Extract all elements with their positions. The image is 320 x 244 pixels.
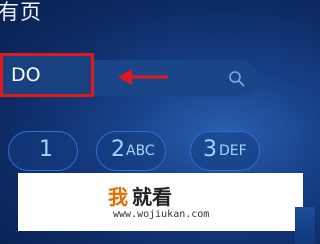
- search-icon[interactable]: [228, 70, 246, 88]
- dialpad-key-3[interactable]: 3 DEF: [190, 131, 260, 171]
- dialpad-key-letters: ABC: [126, 143, 155, 159]
- watermark-logo: 我: [108, 185, 128, 209]
- watermark-banner: 我 就看 www.wojiukan.com: [18, 173, 303, 231]
- page-title: 有页: [0, 0, 42, 24]
- dialpad-key-1[interactable]: 1: [8, 131, 78, 171]
- dialpad-key-2[interactable]: 2 ABC: [96, 131, 166, 171]
- annotation-arrow-icon: [118, 69, 168, 85]
- watermark-url: www.wojiukan.com: [113, 209, 210, 220]
- dialpad-key-number: 3: [203, 137, 217, 162]
- dialpad-key-letters: DEF: [219, 143, 247, 159]
- background-panel: [295, 207, 315, 244]
- watermark-name: 就看: [132, 185, 172, 209]
- dialpad-key-number: 1: [39, 137, 53, 162]
- search-input[interactable]: DO: [0, 53, 94, 97]
- dialpad-key-number: 2: [111, 137, 125, 162]
- search-input-value: DO: [11, 64, 41, 86]
